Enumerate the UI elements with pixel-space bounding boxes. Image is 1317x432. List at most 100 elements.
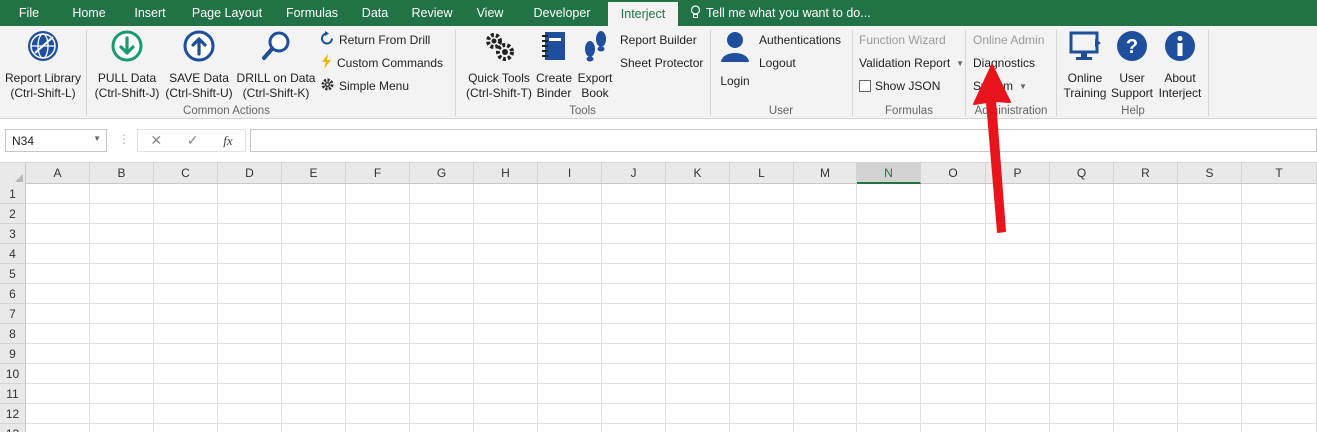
row-header-11[interactable]: 11: [0, 384, 26, 404]
column-header-n[interactable]: N: [857, 163, 921, 184]
report-library-button[interactable]: Report Library (Ctrl-Shift-L): [4, 29, 82, 101]
quick-tools-label: Quick Tools: [468, 71, 530, 85]
column-header-c[interactable]: C: [154, 163, 218, 184]
column-gridline: [1177, 184, 1178, 432]
user-support-button[interactable]: ? User Support: [1108, 29, 1156, 101]
tab-view[interactable]: View: [464, 0, 516, 26]
row-header-10[interactable]: 10: [0, 364, 26, 384]
info-icon: [1156, 29, 1204, 67]
column-header-e[interactable]: E: [282, 163, 346, 184]
validation-report-dropdown[interactable]: Validation Report ▼: [859, 56, 964, 70]
row-header-5[interactable]: 5: [0, 264, 26, 284]
save-data-button[interactable]: SAVE Data (Ctrl-Shift-U): [162, 29, 236, 101]
quick-tools-shortcut: (Ctrl-Shift-T): [466, 86, 532, 100]
column-gridline: [473, 184, 474, 432]
export-book-button[interactable]: Export Book: [575, 29, 615, 101]
lightning-icon: [320, 54, 333, 72]
cell-grid[interactable]: [26, 184, 1317, 432]
tab-page-layout[interactable]: Page Layout: [180, 0, 274, 26]
row-header-8[interactable]: 8: [0, 324, 26, 344]
row-header-9[interactable]: 9: [0, 344, 26, 364]
insert-function-button[interactable]: fx: [223, 133, 232, 149]
magnifier-icon: [236, 29, 316, 67]
column-header-l[interactable]: L: [730, 163, 794, 184]
column-gridline: [856, 184, 857, 432]
formula-input[interactable]: [250, 129, 1317, 152]
column-header-k[interactable]: K: [666, 163, 730, 184]
tab-home[interactable]: Home: [58, 0, 120, 26]
column-header-a[interactable]: A: [26, 163, 90, 184]
row-header-2[interactable]: 2: [0, 204, 26, 224]
group-label-tools: Tools: [569, 105, 596, 117]
column-header-m[interactable]: M: [794, 163, 857, 184]
tab-formulas[interactable]: Formulas: [274, 0, 350, 26]
sheet-protector-button[interactable]: Sheet Protector: [620, 56, 703, 70]
row-header-6[interactable]: 6: [0, 284, 26, 304]
pull-data-label: PULL Data: [97, 71, 157, 85]
column-header-t[interactable]: T: [1242, 163, 1317, 184]
column-header-s[interactable]: S: [1178, 163, 1242, 184]
authentications-button[interactable]: Authentications: [759, 33, 841, 47]
tab-insert[interactable]: Insert: [120, 0, 180, 26]
online-training-button[interactable]: Online Training: [1060, 29, 1110, 101]
simple-menu-label: Simple Menu: [339, 79, 410, 93]
custom-commands-button[interactable]: Custom Commands: [320, 54, 443, 72]
column-header-b[interactable]: B: [90, 163, 154, 184]
row-header-1[interactable]: 1: [0, 184, 26, 204]
about-interject-button[interactable]: About Interject: [1156, 29, 1204, 101]
row-header-3[interactable]: 3: [0, 224, 26, 244]
column-header-d[interactable]: D: [218, 163, 282, 184]
tab-file[interactable]: File: [0, 0, 58, 26]
formula-actions: ✕ ✓ fx: [137, 129, 246, 152]
row-header-4[interactable]: 4: [0, 244, 26, 264]
row-header-13[interactable]: 13: [0, 424, 26, 432]
pull-data-button[interactable]: PULL Data (Ctrl-Shift-J): [92, 29, 162, 101]
tell-me-search[interactable]: Tell me what you want to do...: [690, 0, 871, 26]
column-header-q[interactable]: Q: [1050, 163, 1114, 184]
column-gridline: [729, 184, 730, 432]
about-interject-label-1: About: [1164, 71, 1196, 85]
drill-data-button[interactable]: DRILL on Data (Ctrl-Shift-K): [236, 29, 316, 101]
create-binder-label-1: Create: [535, 71, 573, 85]
enter-check-icon[interactable]: ✓: [187, 132, 199, 149]
column-header-j[interactable]: J: [602, 163, 666, 184]
simple-menu-button[interactable]: Simple Menu: [320, 77, 409, 95]
tab-interject[interactable]: Interject: [608, 0, 678, 26]
name-box[interactable]: N34 ▼: [5, 129, 107, 152]
gear-icon: [320, 77, 335, 95]
column-header-row: ABCDEFGHIJKLMNOPQRST: [0, 163, 1317, 184]
custom-commands-label: Custom Commands: [337, 56, 444, 70]
arrow-down-circle-icon: [92, 29, 162, 67]
tab-review[interactable]: Review: [400, 0, 464, 26]
function-wizard-button[interactable]: Function Wizard: [859, 33, 946, 47]
report-builder-button[interactable]: Report Builder: [620, 33, 697, 47]
online-admin-button[interactable]: Online Admin: [973, 33, 1044, 47]
return-from-drill-button[interactable]: Return From Drill: [320, 31, 430, 49]
column-header-g[interactable]: G: [410, 163, 474, 184]
chevron-down-icon[interactable]: ▼: [93, 134, 101, 143]
column-header-r[interactable]: R: [1114, 163, 1178, 184]
column-header-i[interactable]: I: [538, 163, 602, 184]
name-box-value: N34: [12, 134, 35, 148]
grip-dots-icon: ⋮: [118, 132, 130, 146]
login-button[interactable]: Login: [716, 29, 754, 89]
tab-developer[interactable]: Developer: [516, 0, 608, 26]
tab-data[interactable]: Data: [350, 0, 400, 26]
report-library-shortcut: (Ctrl-Shift-L): [10, 86, 76, 100]
show-json-checkbox[interactable]: Show JSON: [859, 79, 940, 93]
lightbulb-icon: [690, 4, 701, 22]
column-header-h[interactable]: H: [474, 163, 538, 184]
export-book-label-2: Book: [581, 86, 609, 100]
online-training-label-2: Training: [1063, 86, 1107, 100]
logout-button[interactable]: Logout: [759, 56, 796, 70]
notebook-icon: [535, 29, 573, 67]
column-header-f[interactable]: F: [346, 163, 410, 184]
quick-tools-button[interactable]: Quick Tools (Ctrl-Shift-T): [461, 29, 537, 101]
select-all-button[interactable]: [0, 163, 26, 184]
row-header-7[interactable]: 7: [0, 304, 26, 324]
cancel-icon[interactable]: ✕: [150, 132, 162, 149]
chevron-down-icon: ▼: [1019, 81, 1027, 91]
row-header-12[interactable]: 12: [0, 404, 26, 424]
group-label-help: Help: [1121, 105, 1145, 117]
create-binder-button[interactable]: Create Binder: [535, 29, 573, 101]
